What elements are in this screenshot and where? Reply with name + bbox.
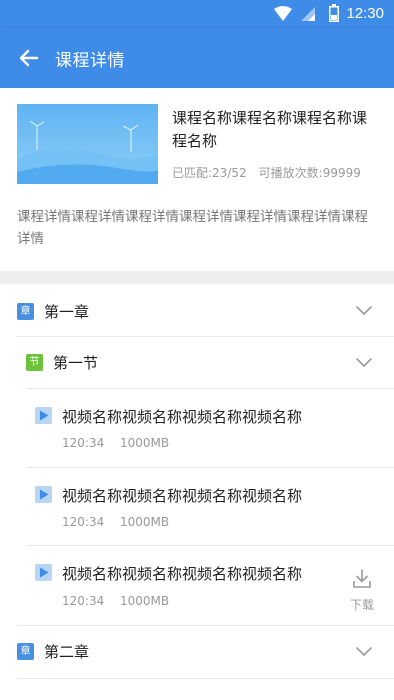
status-bar: 12:30 — [0, 0, 394, 28]
battery-icon — [329, 4, 339, 26]
chapter-badge: 章 — [17, 303, 34, 320]
section-badge: 节 — [26, 354, 43, 371]
download-label: 下载 — [349, 598, 374, 612]
app-bar: 课程详情 — [0, 28, 394, 88]
plays-label: 可播放次数: — [258, 166, 323, 180]
chapter-title: 第二章 — [44, 643, 90, 661]
plays-value: 99999 — [322, 166, 361, 180]
course-header: 课程名称课程名称课程名称课程名称 已匹配:23/52 可播放次数:99999 课程… — [0, 88, 394, 271]
arrow-left-icon — [19, 49, 39, 67]
video-title: 视频名称视频名称视频名称视频名称 — [62, 565, 303, 583]
video-duration: 120:34 — [62, 436, 105, 450]
video-meta: 120:34 1000MB — [62, 436, 169, 450]
chevron-down-icon[interactable] — [356, 358, 372, 368]
course-thumbnail[interactable] — [17, 104, 158, 184]
video-size: 1000MB — [120, 515, 170, 529]
chapter-row[interactable]: 章 第二章 — [0, 626, 394, 678]
section-divider — [0, 271, 394, 284]
back-button[interactable] — [14, 43, 44, 73]
download-icon — [353, 569, 371, 588]
divider — [17, 678, 394, 679]
chapter-badge: 章 — [17, 643, 34, 660]
video-item[interactable]: 视频名称视频名称视频名称视频名称 120:34 1000MB 下载 — [0, 546, 394, 625]
matched-label: 已匹配: — [172, 166, 213, 180]
signal-icon — [300, 6, 316, 26]
video-item[interactable]: 视频名称视频名称视频名称视频名称 120:34 1000MB — [0, 389, 394, 467]
video-meta: 120:34 1000MB — [62, 594, 169, 608]
chevron-down-icon[interactable] — [356, 647, 372, 657]
chapter-row[interactable]: 章 第一章 — [0, 284, 394, 336]
page-title: 课程详情 — [55, 51, 125, 71]
matched-value: 23/52 — [212, 166, 247, 180]
video-play-icon — [35, 407, 52, 424]
video-item[interactable]: 视频名称视频名称视频名称视频名称 120:34 1000MB — [0, 468, 394, 545]
video-size: 1000MB — [120, 436, 170, 450]
wifi-icon — [274, 6, 292, 26]
course-title: 课程名称课程名称课程名称课程名称 — [172, 109, 368, 150]
section-title: 第一节 — [53, 354, 99, 372]
video-title: 视频名称视频名称视频名称视频名称 — [62, 408, 303, 426]
video-title: 视频名称视频名称视频名称视频名称 — [62, 487, 303, 505]
course-description: 课程详情课程详情课程详情课程详情课程详情课程详情课程详情 — [17, 209, 368, 247]
chapter-title: 第一章 — [44, 303, 90, 321]
video-play-icon — [35, 564, 52, 581]
video-duration: 120:34 — [62, 515, 105, 529]
chevron-down-icon[interactable] — [356, 306, 372, 316]
video-play-icon — [35, 486, 52, 503]
video-duration: 120:34 — [62, 594, 105, 608]
video-meta: 120:34 1000MB — [62, 515, 169, 529]
section-row[interactable]: 节 第一节 — [0, 337, 394, 388]
video-size: 1000MB — [120, 594, 170, 608]
status-time: 12:30 — [346, 5, 384, 22]
download-button[interactable]: 下载 — [344, 566, 380, 616]
course-meta: 已匹配:23/52 可播放次数:99999 — [172, 164, 361, 181]
